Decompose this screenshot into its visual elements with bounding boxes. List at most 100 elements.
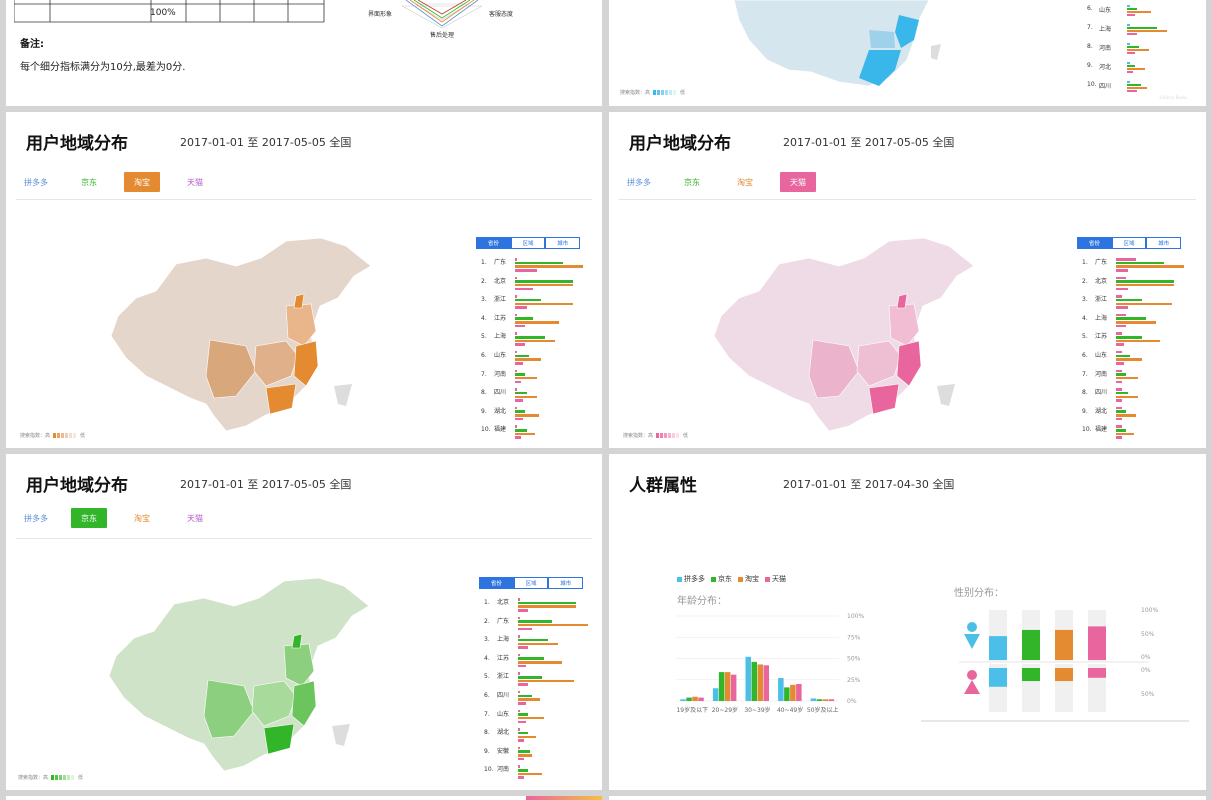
toggle-region[interactable]: 区域 bbox=[513, 577, 549, 589]
rank-bar bbox=[1116, 287, 1128, 291]
radar-label-aftersales: 售后处理 bbox=[430, 32, 455, 39]
rank-row: 4. 江苏 bbox=[479, 653, 590, 673]
top-right-rank-list: 6. 山东 7. 上海 8. 河南 9. 河北 10. 四川 bbox=[1087, 5, 1197, 100]
rank-name: 河北 bbox=[1099, 64, 1112, 71]
rank-bar bbox=[1116, 380, 1122, 384]
rank-label: 5. 上海 bbox=[476, 332, 515, 341]
rank-row: 9. 安徽 bbox=[479, 746, 590, 766]
rank-bars bbox=[515, 425, 587, 440]
rank-bar bbox=[1116, 258, 1136, 261]
rank-label: 8. 湖北 bbox=[479, 728, 518, 737]
rank-row: 2. 北京 bbox=[476, 276, 587, 296]
rank-province: 山东 bbox=[1095, 351, 1108, 359]
toggle-city[interactable]: 城市 bbox=[545, 237, 581, 249]
rank-row: 2. 北京 bbox=[1077, 276, 1188, 296]
toggle-region[interactable]: 区域 bbox=[510, 237, 546, 249]
rank-bar bbox=[518, 679, 574, 683]
rank-bar bbox=[1116, 332, 1122, 335]
toggle-province[interactable]: 省份 bbox=[1077, 237, 1112, 249]
tab-taobao[interactable]: 淘宝 bbox=[727, 172, 763, 192]
rank-bar bbox=[1116, 399, 1122, 402]
rank-label: 2. 北京 bbox=[476, 277, 515, 286]
legend-item[interactable]: 淘宝 bbox=[738, 574, 759, 584]
female-bar-1 bbox=[1022, 668, 1040, 682]
rank-bar bbox=[515, 317, 533, 320]
tab-pinduoduo[interactable]: 拼多多 bbox=[18, 508, 54, 528]
rank-row: 5. 上海 bbox=[476, 332, 587, 351]
rank-province: 上海 bbox=[494, 333, 507, 341]
tab-jingdong[interactable]: 京东 bbox=[674, 172, 710, 192]
bar-0-2 bbox=[692, 696, 698, 701]
rank-bars bbox=[1116, 258, 1188, 273]
rank-number: 7. bbox=[481, 370, 487, 378]
tab-pinduoduo[interactable]: 拼多多 bbox=[18, 172, 54, 192]
rank-number: 9. bbox=[1082, 407, 1088, 415]
rank-row: 6. 山东 bbox=[1077, 350, 1188, 370]
rank-bar bbox=[515, 369, 517, 373]
legend-item[interactable]: 拼多多 bbox=[677, 574, 705, 584]
rank-bar bbox=[1116, 354, 1130, 358]
tab-taobao[interactable]: 淘宝 bbox=[124, 508, 160, 528]
rank-bars bbox=[1116, 313, 1188, 329]
rank-bar bbox=[515, 376, 537, 380]
toggle-city[interactable]: 城市 bbox=[1146, 237, 1182, 249]
search-index-legend: 搜索指数：高 低 bbox=[623, 432, 688, 439]
rank-bar bbox=[518, 772, 542, 776]
rank-number: 1. bbox=[481, 259, 487, 266]
rank-bar bbox=[1116, 432, 1134, 436]
tab-tmall[interactable]: 天猫 bbox=[780, 172, 816, 192]
rank-bars bbox=[515, 350, 587, 366]
tab-pinduoduo[interactable]: 拼多多 bbox=[621, 172, 657, 192]
rank-label: 5. 浙江 bbox=[479, 672, 518, 681]
rank-bar bbox=[518, 702, 526, 705]
legend-item[interactable]: 天猫 bbox=[765, 574, 786, 584]
rank-row: 7. 河南 bbox=[1077, 369, 1188, 389]
rank-number: 6. bbox=[484, 691, 490, 699]
rank-row: 10. 福建 bbox=[476, 425, 587, 444]
rank-bar bbox=[1116, 406, 1122, 410]
y-tick-label: 50% bbox=[1141, 631, 1155, 638]
rank-bar bbox=[515, 358, 541, 361]
toggle-region[interactable]: 区域 bbox=[1111, 237, 1147, 249]
rank-bars bbox=[515, 369, 587, 385]
toggle-province[interactable]: 省份 bbox=[476, 237, 511, 249]
rank-bars bbox=[518, 728, 590, 743]
rank-bar bbox=[515, 276, 517, 280]
tab-tmall[interactable]: 天猫 bbox=[177, 508, 213, 528]
rank-bar bbox=[515, 339, 555, 343]
china-map-blue bbox=[733, 0, 941, 87]
rank-row: 8. 四川 bbox=[1077, 388, 1188, 407]
tab-taobao[interactable]: 淘宝 bbox=[124, 172, 160, 192]
rank-bar bbox=[515, 350, 517, 354]
rank-number: 8. bbox=[481, 389, 487, 397]
rank-province: 上海 bbox=[497, 636, 510, 644]
rank-bar bbox=[515, 295, 517, 298]
bar-2-0 bbox=[745, 656, 751, 701]
date-range: 2017-01-01 至 2017-05-05 全国 bbox=[783, 136, 955, 149]
rank-num: 10. bbox=[1087, 81, 1097, 88]
y-tick-label: 0% bbox=[1141, 654, 1151, 661]
rank-number: 10. bbox=[484, 766, 494, 774]
toggle-province[interactable]: 省份 bbox=[479, 577, 514, 589]
rank-bars bbox=[518, 635, 590, 650]
x-tick-label: 20~29岁 bbox=[712, 706, 738, 714]
rank-row: 9. 湖北 bbox=[1077, 406, 1188, 426]
rank-label: 6. 四川 bbox=[479, 691, 518, 700]
rank-label: 2. 广东 bbox=[479, 617, 518, 626]
rank-bar bbox=[518, 609, 528, 612]
bar-3-1 bbox=[784, 687, 790, 701]
tab-tmall[interactable]: 天猫 bbox=[177, 172, 213, 192]
toggle-city[interactable]: 城市 bbox=[548, 577, 584, 589]
platform-tabs: 拼多多 京东 淘宝 天猫 bbox=[18, 172, 230, 192]
rank-bar bbox=[518, 642, 558, 646]
rank-bars bbox=[1116, 276, 1188, 292]
female-icon bbox=[964, 670, 980, 694]
tab-jingdong[interactable]: 京东 bbox=[71, 172, 107, 192]
legend-item[interactable]: 京东 bbox=[711, 574, 732, 584]
bar-0-1 bbox=[686, 697, 692, 701]
male-bar-2 bbox=[1055, 629, 1073, 660]
rank-toggle: 省份 区域 城市 bbox=[1077, 237, 1182, 249]
tab-jingdong[interactable]: 京东 bbox=[71, 508, 107, 528]
rank-bar bbox=[518, 653, 520, 657]
bar-2-2 bbox=[757, 664, 763, 701]
